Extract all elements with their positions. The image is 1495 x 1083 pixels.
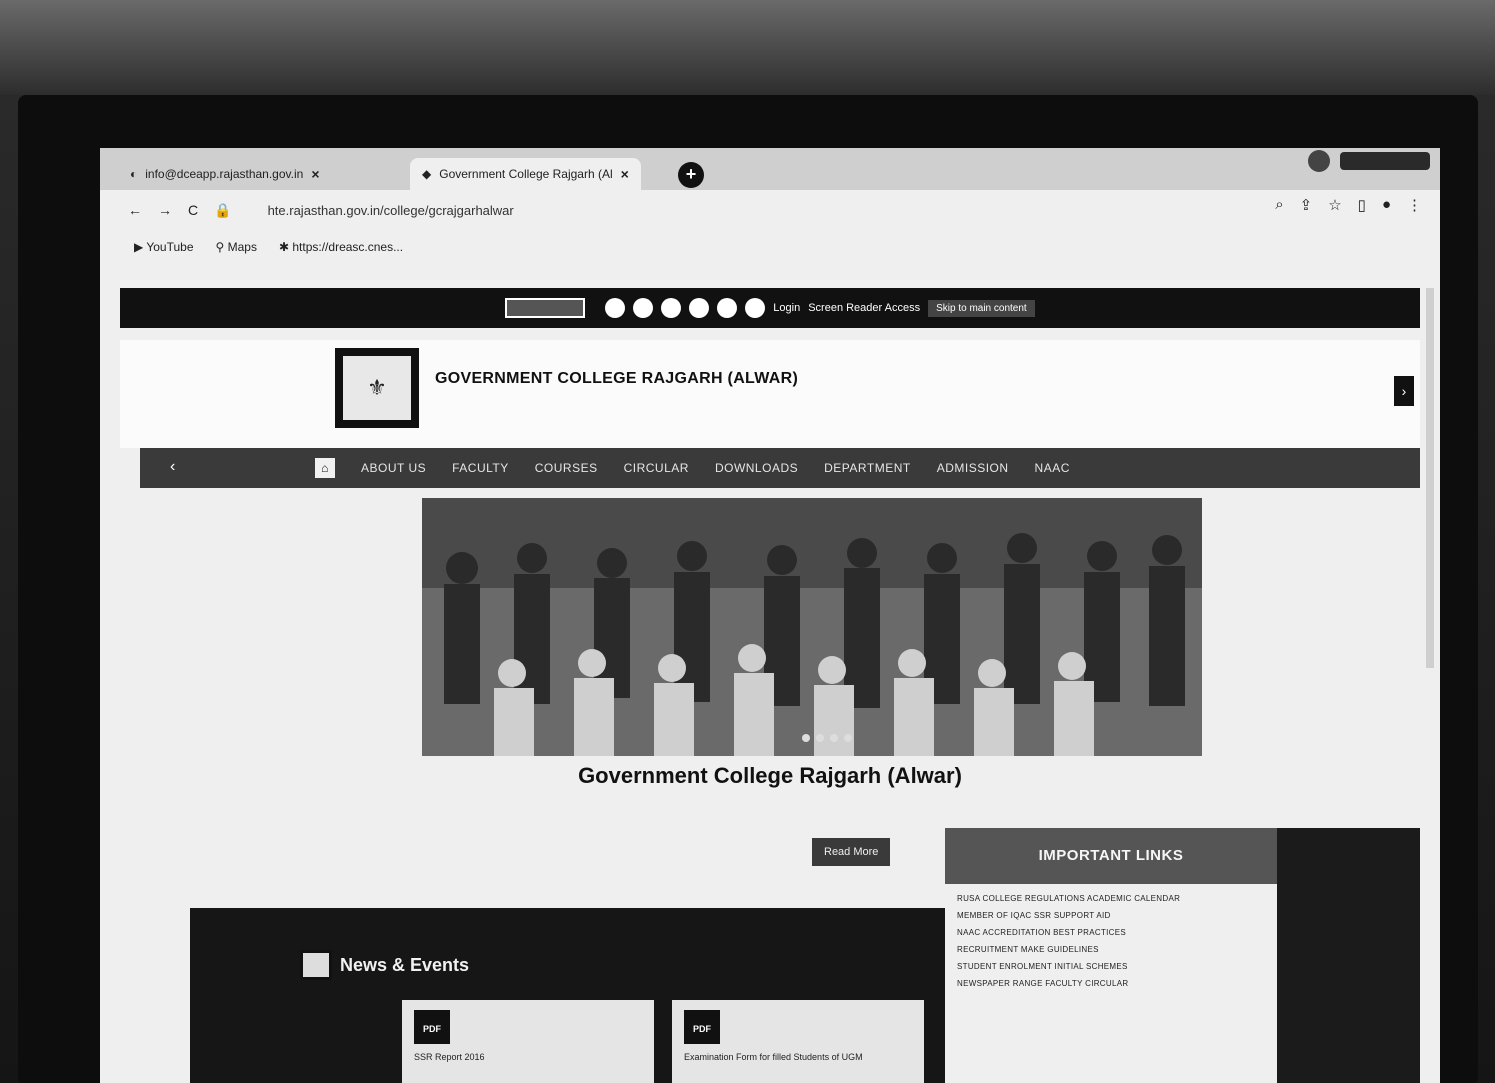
browser-tabbar: ◐ info@dceapp.rajasthan.gov.in × ◆ Gover…: [100, 148, 1440, 190]
tab-college[interactable]: ◆ Government College Rajgarh (Al ×: [410, 158, 641, 190]
close-icon[interactable]: ×: [621, 166, 629, 182]
nav-naac[interactable]: NAAC: [1035, 461, 1070, 475]
reload-icon[interactable]: C: [188, 202, 198, 218]
social-icon[interactable]: [717, 298, 738, 318]
important-link[interactable]: STUDENT ENROLMENT INITIAL SCHEMES: [957, 962, 1265, 971]
read-more-button[interactable]: Read More: [812, 838, 891, 866]
sidebar-icon[interactable]: ▯: [1358, 196, 1366, 214]
carousel-dot[interactable]: [816, 734, 824, 742]
important-links-heading: IMPORTANT LINKS: [945, 828, 1277, 884]
tab-title: info@dceapp.rajasthan.gov.in: [145, 167, 304, 181]
close-icon[interactable]: ×: [311, 166, 319, 182]
nav-about-us[interactable]: ABOUT US: [361, 461, 426, 475]
news-events-heading: News & Events: [300, 950, 469, 980]
nav-faculty[interactable]: FACULTY: [452, 461, 509, 475]
window-controls[interactable]: [1340, 152, 1430, 170]
news-card[interactable]: PDF SSR Report 2016: [402, 1000, 654, 1083]
important-link[interactable]: MEMBER OF IQAC SSR SUPPORT AID: [957, 911, 1265, 920]
pdf-icon: PDF: [684, 1010, 720, 1044]
new-tab-button[interactable]: +: [678, 162, 704, 188]
social-icon[interactable]: [661, 298, 682, 318]
important-link[interactable]: NEWSPAPER RANGE FACULTY CIRCULAR: [957, 979, 1265, 988]
main-nav: ‹ ⌂ ABOUT US FACULTY COURSES CIRCULAR DO…: [140, 448, 1420, 488]
side-video-panel[interactable]: [1277, 828, 1420, 1083]
news-card-text: Examination Form for filled Students of …: [684, 1052, 863, 1062]
photo-scene: ◐ info@dceapp.rajasthan.gov.in × ◆ Gover…: [0, 0, 1495, 1083]
important-links-panel: IMPORTANT LINKS RUSA COLLEGE REGULATIONS…: [945, 828, 1277, 1083]
social-icon[interactable]: [745, 298, 766, 318]
pdf-icon: PDF: [414, 1010, 450, 1044]
url-field[interactable]: hte.rajasthan.gov.in/college/gcrajgarhal…: [268, 203, 514, 218]
web-page: Login Screen Reader Access Skip to main …: [100, 248, 1440, 1083]
nav-department[interactable]: DEPARTMENT: [824, 461, 911, 475]
tab-email[interactable]: ◐ info@dceapp.rajasthan.gov.in ×: [118, 158, 332, 190]
important-links-list: RUSA COLLEGE REGULATIONS ACADEMIC CALEND…: [945, 884, 1277, 1006]
menu-icon[interactable]: ⋮: [1407, 196, 1422, 214]
chevron-right-icon[interactable]: ›: [1394, 376, 1414, 406]
news-title-text: News & Events: [340, 954, 470, 975]
carousel-dot[interactable]: [802, 734, 810, 742]
important-link[interactable]: RECRUITMENT MAKE GUIDELINES: [957, 945, 1265, 954]
home-icon[interactable]: ⌂: [315, 458, 335, 478]
college-logo[interactable]: ⚜: [335, 348, 419, 428]
tab-title: Government College Rajgarh (Al: [439, 167, 613, 181]
share-icon[interactable]: ⇪: [1300, 196, 1313, 214]
main-heading: Government College Rajgarh (Alwar): [578, 763, 962, 788]
carousel-dot[interactable]: [830, 734, 838, 742]
social-icon[interactable]: [633, 298, 654, 318]
carousel-dots: [802, 734, 852, 742]
newspaper-icon: [300, 950, 332, 980]
skip-content-button[interactable]: Skip to main content: [928, 299, 1035, 317]
site-icon: ◆: [422, 167, 432, 181]
important-link[interactable]: RUSA COLLEGE REGULATIONS ACADEMIC CALEND…: [957, 894, 1265, 903]
hero-banner-image[interactable]: [422, 498, 1202, 756]
forward-icon[interactable]: →: [158, 202, 172, 218]
monitor-screen: ◐ info@dceapp.rajasthan.gov.in × ◆ Gover…: [100, 148, 1440, 1083]
nav-courses[interactable]: COURSES: [535, 461, 598, 475]
news-card-text: SSR Report 2016: [414, 1052, 485, 1062]
lock-icon: 🔒: [214, 201, 232, 218]
group-photo: [422, 498, 1202, 756]
star-icon[interactable]: ☆: [1328, 196, 1341, 214]
important-link[interactable]: NAAC ACCREDITATION BEST PRACTICES: [957, 928, 1265, 937]
logo-icon: ⚜: [343, 356, 411, 420]
site-search-input[interactable]: [505, 298, 586, 318]
address-bar: ← → C 🔒 hte.rajasthan.gov.in/college/gcr…: [100, 190, 1440, 230]
browser-toolbar: ⌕ ⇪ ☆ ▯ ● ⋮: [1275, 196, 1422, 214]
search-icon[interactable]: ⌕: [1275, 196, 1283, 214]
back-icon[interactable]: ←: [128, 202, 142, 218]
extension-icon[interactable]: ●: [1382, 196, 1391, 214]
site-header: ⚜ GOVERNMENT COLLEGE RAJGARH (ALWAR) ›: [120, 340, 1420, 448]
nav-circular[interactable]: CIRCULAR: [624, 461, 689, 475]
profile-icon[interactable]: [1308, 150, 1330, 172]
globe-icon: ◐: [130, 167, 138, 181]
college-name: GOVERNMENT COLLEGE RAJGARH (ALWAR): [435, 370, 799, 387]
page-scrollbar[interactable]: [1426, 288, 1434, 668]
chevron-left-icon[interactable]: ‹: [170, 458, 176, 476]
social-icon[interactable]: [605, 298, 626, 318]
utility-bar: Login Screen Reader Access Skip to main …: [120, 288, 1420, 328]
carousel-dot[interactable]: [844, 734, 852, 742]
nav-downloads[interactable]: DOWNLOADS: [715, 461, 798, 475]
background-blur: [0, 0, 1495, 95]
login-link[interactable]: Login: [773, 302, 800, 314]
screen-reader-link[interactable]: Screen Reader Access: [808, 302, 920, 314]
nav-admission[interactable]: ADMISSION: [937, 461, 1009, 475]
social-icon[interactable]: [689, 298, 710, 318]
news-card[interactable]: PDF Examination Form for filled Students…: [672, 1000, 924, 1083]
